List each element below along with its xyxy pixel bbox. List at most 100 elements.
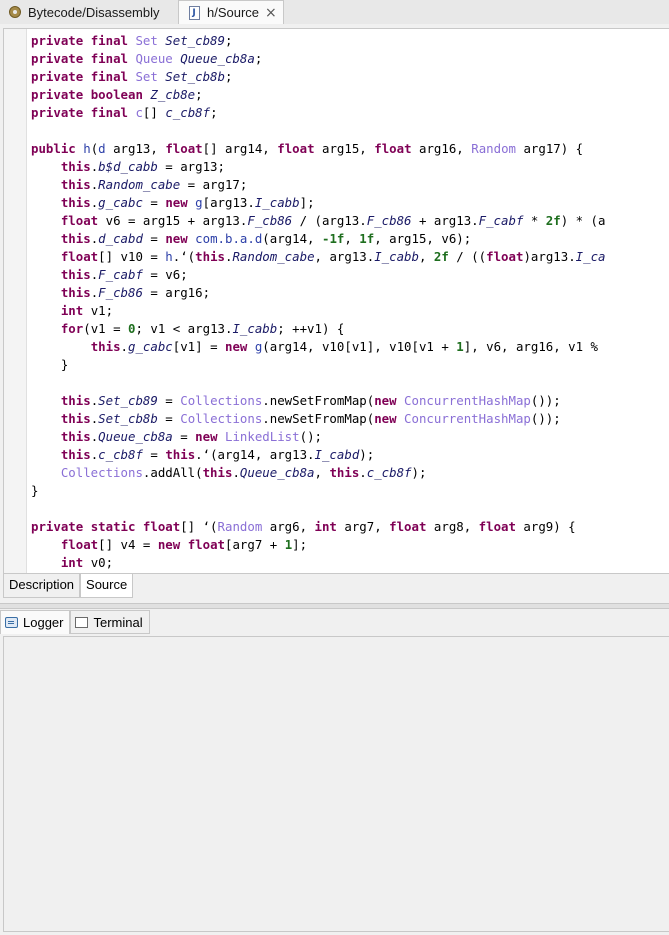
code-line[interactable]: this.Set_cb8b = Collections.newSetFromMa… [31,410,669,428]
logger-panel[interactable] [3,636,669,932]
code-token: this [202,465,233,480]
code-token: final [90,33,136,48]
code-token: this [60,231,91,246]
code-line[interactable]: this.Set_cb89 = Collections.newSetFromMa… [31,392,669,410]
code-token: .‘( [172,249,196,264]
code-line[interactable]: this.g_cabc = new g[arg13.I_cabb]; [31,194,669,212]
console-tab-bar: Logger Terminal [0,610,150,634]
code-token: private [31,33,91,48]
code-token: [arg13. [202,195,255,210]
code-token: d_cabd [98,231,143,246]
code-line[interactable]: private final Queue Queue_cb8a; [31,50,669,68]
code-token: F_cb86 [98,285,143,300]
code-token: (arg14, [262,231,322,246]
code-line[interactable] [31,500,669,518]
close-icon[interactable]: × [265,6,277,20]
tab-terminal[interactable]: Terminal [70,610,150,634]
code-token: ]; [292,537,308,552]
code-token: this [60,447,91,462]
code-line[interactable]: this.F_cb86 = arg16; [31,284,669,302]
terminal-icon [75,616,89,628]
code-token: [] v4 = [98,537,158,552]
code-token: [] ‘( [180,519,218,534]
code-line[interactable]: private final Set Set_cb8b; [31,68,669,86]
code-token: c_cb8f [366,465,412,480]
code-token: I_cabb [374,249,419,264]
logger-icon [5,617,18,628]
code-token: * [523,213,546,228]
code-line[interactable]: this.g_cabc[v1] = new g(arg14, v10[v1], … [31,338,669,356]
code-line[interactable]: float v6 = arg15 + arg13.F_cb86 / (arg13… [31,212,669,230]
code-token: c_cb8f [165,105,211,120]
code-line[interactable]: for(v1 = 0; v1 < arg13.I_cabb; ++v1) { [31,320,669,338]
source-editor[interactable]: private final Set Set_cb89; private final… [3,28,669,574]
code-line[interactable]: this.Random_cabe = arg17; [31,176,669,194]
code-token: 1 [456,339,464,354]
code-token: ], v6, arg16, v1 % [463,339,599,354]
code-line[interactable]: private final Set Set_cb89; [31,32,669,50]
code-token: ; ++v1) { [277,321,345,336]
code-line[interactable] [31,122,669,140]
code-token: arg8, [426,519,479,534]
code-token: this [329,465,360,480]
tab-bytecode-disassembly[interactable]: Bytecode/Disassembly [0,0,178,24]
code-line[interactable]: Collections.addAll(this.Queue_cb8a, this… [31,464,669,482]
code-line[interactable]: int v1; [31,302,669,320]
code-line[interactable]: this.c_cb8f = this.‘(arg14, arg13.I_cabd… [31,446,669,464]
gear-icon [7,4,23,20]
code-token: 2f [433,249,449,264]
code-token: = [142,447,166,462]
code-token: , arg13. [314,249,375,264]
code-token: [] [142,105,166,120]
code-token: . [120,339,128,354]
code-token: [] arg14, [202,141,278,156]
code-line[interactable]: this.d_cabd = new com.b.a.d(arg14, -1f, … [31,230,669,248]
code-token: arg17) { [516,141,584,156]
code-token: Set_cb8b [165,69,225,84]
code-token: Set_cb89 [165,33,225,48]
code-token: = arg13; [157,159,225,174]
code-token: [v1] = [172,339,225,354]
code-token: .‘(arg14, arg13. [195,447,315,462]
code-line[interactable]: private static float[] ‘(Random arg6, in… [31,518,669,536]
code-token: = [157,393,181,408]
code-line[interactable]: } [31,356,669,374]
code-token: ); [411,465,427,480]
code-token: float [486,249,524,264]
code-line[interactable]: this.b$d_cabb = arg13; [31,158,669,176]
tab-source[interactable]: Source [80,574,134,598]
code-token: v1; [83,303,114,318]
code-token: arg9) { [515,519,576,534]
code-token: ; [224,69,233,84]
code-line[interactable]: float[] v10 = h.‘(this.Random_cabe, arg1… [31,248,669,266]
code-token: arg16, [411,141,472,156]
tab-description[interactable]: Description [3,574,81,598]
code-line[interactable]: private final c[] c_cb8f; [31,104,669,122]
code-token: arg13, [105,141,166,156]
code-line[interactable]: } [31,482,669,500]
code-line[interactable]: this.F_cabf = v6; [31,266,669,284]
code-area[interactable]: private final Set Set_cb89; private final… [31,32,669,572]
code-token: public [31,141,84,156]
code-line[interactable]: private boolean Z_cb8e; [31,86,669,104]
code-line[interactable]: int v0; [31,554,669,572]
code-token: I_cabb [254,195,300,210]
tab-h-source[interactable]: J h/Source × [178,0,284,24]
code-line[interactable]: float[] v4 = new float[arg7 + 1]; [31,536,669,554]
code-line[interactable] [31,374,669,392]
code-line[interactable]: this.Queue_cb8a = new LinkedList(); [31,428,669,446]
code-line[interactable]: public h(d arg13, float[] arg14, float a… [31,140,669,158]
code-token: new [165,231,196,246]
code-token: 2f [545,213,561,228]
code-token: = v6; [142,267,188,282]
panel-splitter[interactable] [0,603,669,609]
code-token: private [31,105,91,120]
code-token: F_cb86 [247,213,293,228]
tab-logger[interactable]: Logger [0,610,71,634]
code-token: this [60,429,91,444]
